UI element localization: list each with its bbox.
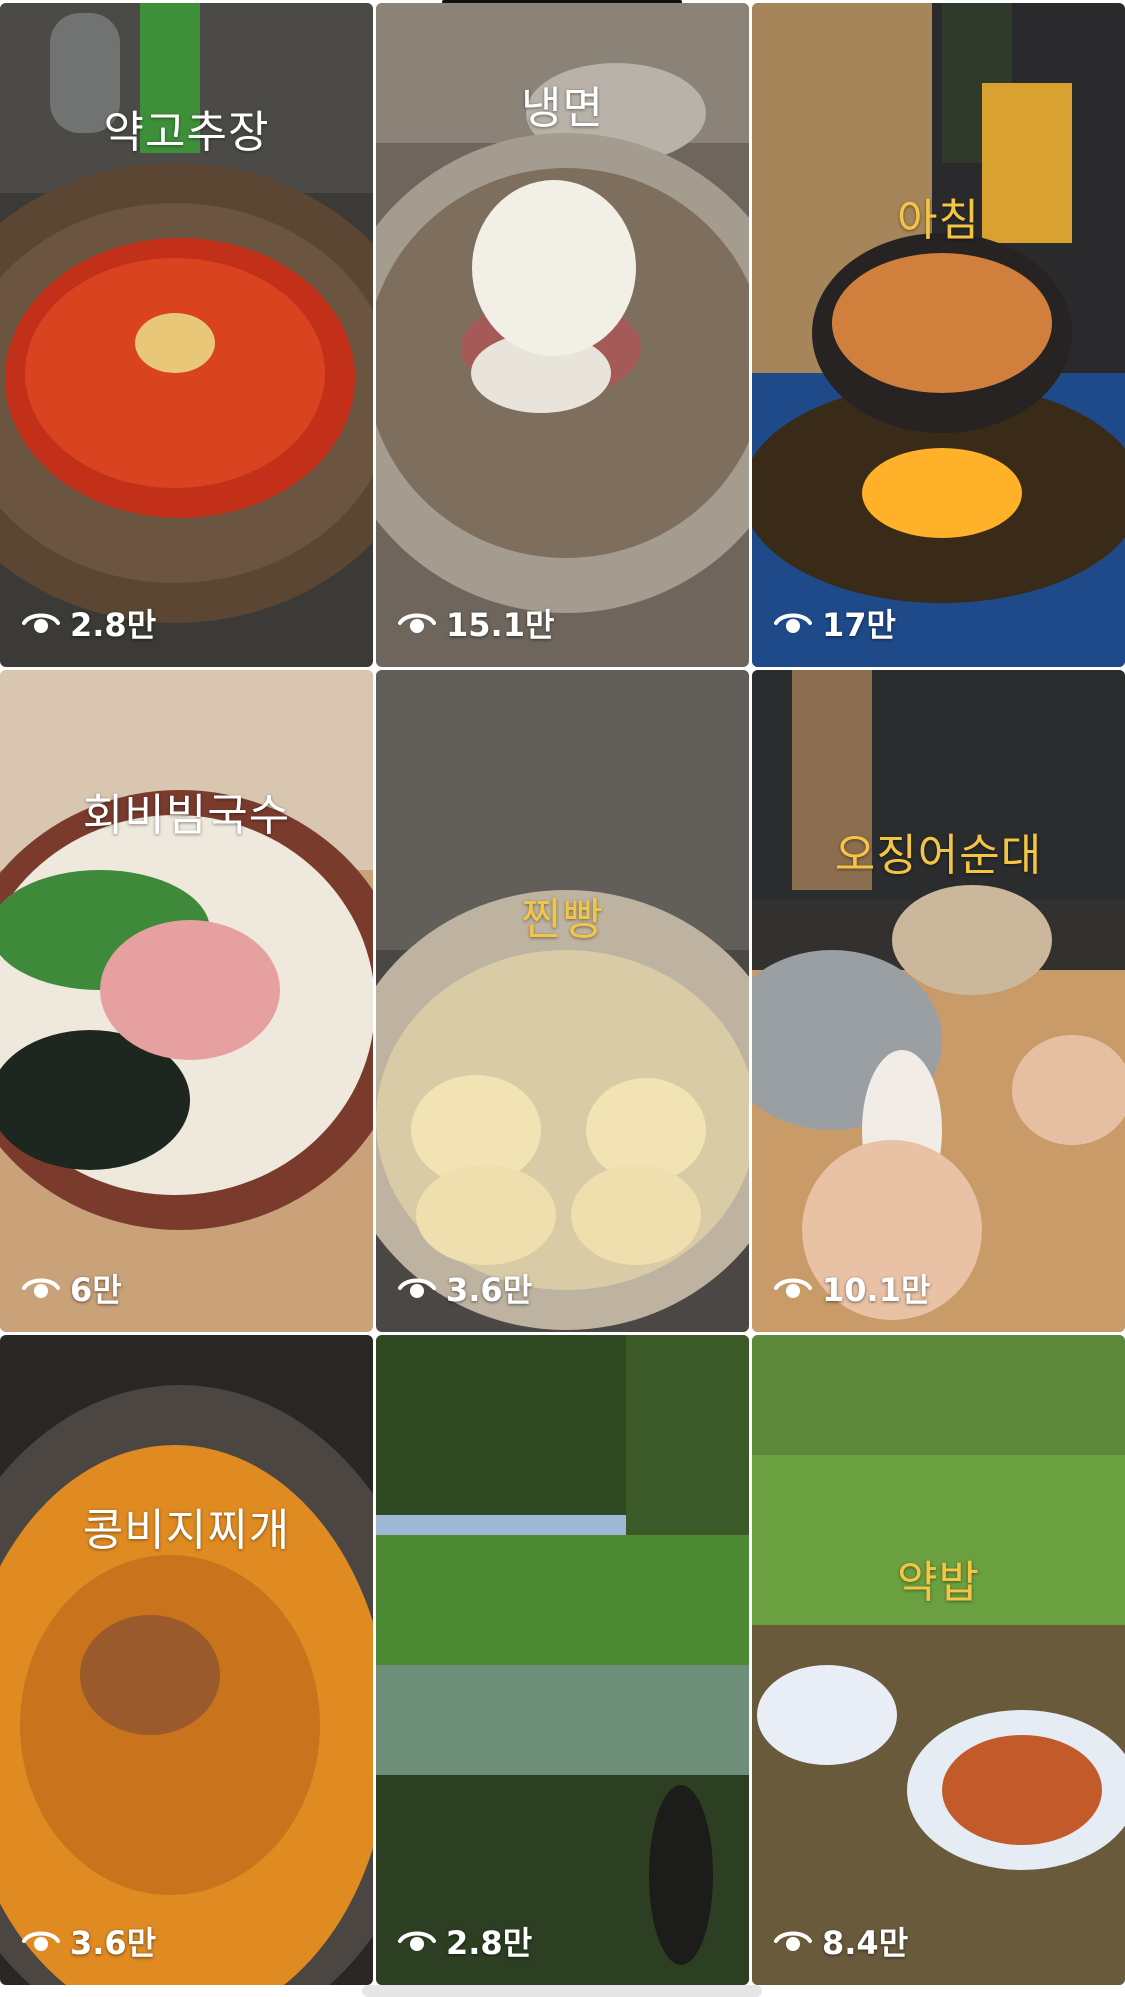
view-count: 3.6만: [398, 1268, 533, 1309]
video-thumbnail: [752, 3, 1125, 667]
video-tile-8[interactable]: 2.8만: [376, 1335, 749, 1985]
video-title: 오징어순대: [834, 830, 1043, 881]
view-count-label: 3.6만: [70, 1924, 157, 1962]
view-count-label: 3.6만: [446, 1271, 533, 1309]
video-tile-9[interactable]: 약밥 8.4만: [752, 1335, 1125, 1985]
video-title: 찐빵: [521, 894, 604, 945]
view-count: 10.1만: [774, 1268, 931, 1309]
video-tile-4[interactable]: 회비빔국수 6만: [0, 670, 373, 1332]
eye-icon: [774, 1278, 812, 1298]
video-tile-7[interactable]: 콩비지찌개 3.6만: [0, 1335, 373, 1985]
view-count: 17만: [774, 603, 896, 644]
video-tile-6[interactable]: 오징어순대 10.1만: [752, 670, 1125, 1332]
view-count: 15.1만: [398, 603, 555, 644]
view-count-label: 6만: [70, 1271, 122, 1309]
view-count-label: 17만: [822, 606, 896, 644]
video-thumbnail: [752, 670, 1125, 1332]
eye-icon: [22, 613, 60, 633]
video-grid: 약고추장 2.8만 냉면 15.1만 아침 17만 회비빔국수 6만 찐빵 3.…: [0, 0, 1125, 1997]
view-count: 2.8만: [398, 1921, 533, 1962]
eye-icon: [22, 1278, 60, 1298]
video-thumbnail: [0, 3, 373, 667]
video-title: 회비빔국수: [82, 790, 291, 841]
view-count: 3.6만: [22, 1921, 157, 1962]
eye-icon: [398, 1278, 436, 1298]
video-thumbnail: [0, 1335, 373, 1985]
video-thumbnail: [0, 670, 373, 1332]
video-title: 약밥: [897, 1557, 980, 1608]
video-tile-5[interactable]: 찐빵 3.6만: [376, 670, 749, 1332]
video-thumbnail: [752, 1335, 1125, 1985]
view-count-label: 2.8만: [446, 1924, 533, 1962]
home-indicator: [362, 1985, 762, 1997]
eye-icon: [774, 613, 812, 633]
eye-icon: [398, 613, 436, 633]
eye-icon: [774, 1931, 812, 1951]
view-count-label: 8.4만: [822, 1924, 909, 1962]
video-thumbnail: [376, 670, 749, 1332]
video-title: 아침: [897, 195, 980, 246]
video-title: 냉면: [521, 83, 604, 134]
view-count: 6만: [22, 1268, 122, 1309]
view-count-label: 15.1만: [446, 606, 555, 644]
view-count: 8.4만: [774, 1921, 909, 1962]
eye-icon: [398, 1931, 436, 1951]
video-tile-1[interactable]: 약고추장 2.8만: [0, 3, 373, 667]
video-thumbnail: [376, 1335, 749, 1985]
eye-icon: [22, 1931, 60, 1951]
video-title: 약고추장: [103, 107, 270, 158]
video-title: 콩비지찌개: [82, 1505, 291, 1556]
view-count-label: 10.1만: [822, 1271, 931, 1309]
view-count: 2.8만: [22, 603, 157, 644]
view-count-label: 2.8만: [70, 606, 157, 644]
video-tile-2[interactable]: 냉면 15.1만: [376, 3, 749, 667]
video-tile-3[interactable]: 아침 17만: [752, 3, 1125, 667]
